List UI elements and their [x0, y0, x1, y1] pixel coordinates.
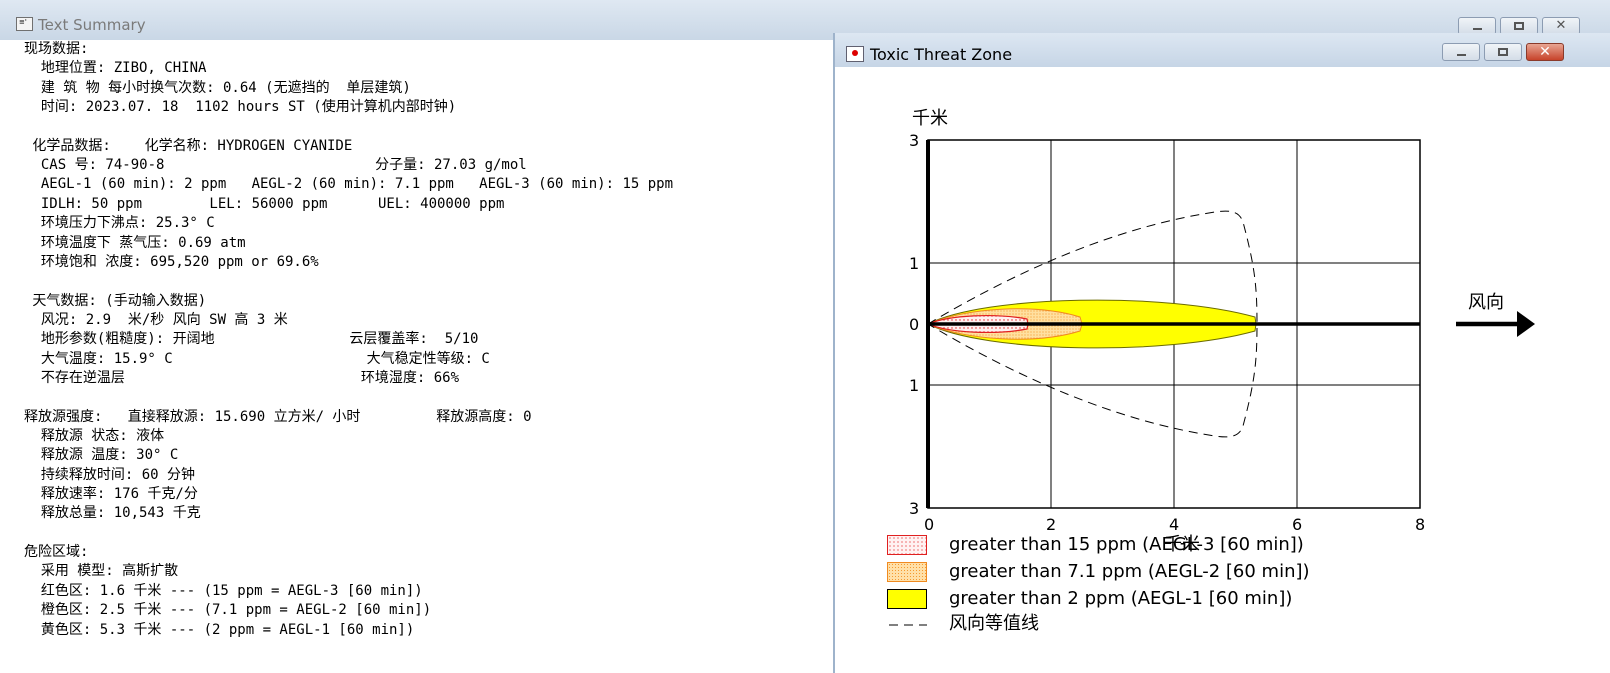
threat-zone-app-icon — [846, 46, 864, 62]
summary-line: 橙色区: 2.5 千米 --- (7.1 ppm = AEGL-2 [60 mi… — [24, 602, 432, 619]
legend-label: 风向等值线 — [949, 613, 1039, 634]
summary-line: 持续释放时间: 60 分钟 — [24, 466, 196, 483]
x-tick-label: 0 — [924, 515, 934, 534]
threat-close-button[interactable]: ✕ — [1526, 43, 1564, 61]
y-tick-label: 1 — [909, 254, 919, 273]
summary-line: 大气温度: 15.9° C 大气稳定性等级: C — [24, 350, 490, 367]
summary-line: 采用 模型: 高斯扩散 — [24, 563, 179, 580]
x-tick-label: 2 — [1046, 515, 1056, 534]
y-tick-label: 3 — [909, 131, 919, 150]
y-tick-label: 1 — [909, 376, 919, 395]
summary-line: 天气数据: (手动输入数据) — [24, 292, 207, 309]
summary-line: 黄色区: 5.3 千米 --- (2 ppm = AEGL-1 [60 min]… — [24, 621, 415, 638]
summary-line: 环境温度下 蒸气压: 0.69 atm — [24, 234, 246, 251]
y-tick-label: 0 — [909, 315, 919, 334]
close-icon: ✕ — [1555, 18, 1567, 33]
legend-swatch-orange — [887, 562, 927, 582]
legend-swatch-yellow — [887, 589, 927, 609]
summary-line: 释放速率: 176 千克/分 — [24, 486, 198, 503]
legend-swatch-dashed — [889, 624, 927, 626]
summary-line: 时间: 2023.07. 18 1102 hours ST (使用计算机内部时钟… — [24, 99, 457, 116]
legend-label: greater than 2 ppm (AEGL-1 [60 min]) — [949, 588, 1293, 609]
legend-swatch-red — [887, 535, 927, 555]
maximize-icon — [1501, 18, 1537, 34]
y-tick-label: 3 — [909, 499, 919, 518]
threat-maximize-button[interactable] — [1484, 43, 1522, 61]
summary-line: 风况: 2.9 米/秒 风向 SW 高 3 米 — [24, 311, 288, 328]
summary-line: 建 筑 物 每小时换气次数: 0.64 (无遮挡的 单层建筑) — [24, 79, 411, 96]
summary-line: 化学品数据: 化学名称: HYDROGEN CYANIDE — [24, 137, 353, 154]
x-tick-label: 8 — [1415, 515, 1425, 534]
threat-zone-titlebar[interactable]: Toxic Threat Zone ✕ — [835, 33, 1610, 67]
maximize-icon — [1485, 44, 1521, 60]
summary-line: 不存在逆温层 环境湿度: 66% — [24, 369, 460, 386]
minimize-icon — [1443, 44, 1479, 60]
toxic-threat-zone-window: Toxic Threat Zone ✕ 千米 3 1 0 1 3 0 2 4 6… — [833, 33, 1610, 673]
summary-line: 环境饱和 浓度: 695,520 ppm or 69.6% — [24, 253, 319, 270]
summary-line: 地理位置: ZIBO, CHINA — [24, 60, 207, 77]
summary-line: 地形参数(粗糙度): 开阔地 云层覆盖率: 5/10 — [24, 331, 479, 348]
summary-line: 释放源 温度: 30° C — [24, 447, 179, 464]
threat-zone-plot: 千米 3 1 0 1 3 0 2 4 6 8 千米 风向 — [909, 108, 1535, 555]
close-icon: ✕ — [1539, 44, 1551, 60]
summary-line: 释放源 状态: 液体 — [24, 428, 165, 444]
legend-label: greater than 15 ppm (AEGL-3 [60 min]) — [949, 534, 1304, 555]
x-tick-label: 6 — [1292, 515, 1302, 534]
summary-line: 释放源强度: 直接释放源: 15.690 立方米/ 小时 释放源高度: 0 — [24, 408, 532, 425]
summary-text-area: 现场数据: 地理位置: ZIBO, CHINA 建 筑 物 每小时换气次数: 0… — [0, 40, 830, 673]
window-title: Text Summary — [38, 16, 146, 34]
summary-line: 红色区: 1.6 千米 --- (15 ppm = AEGL-3 [60 min… — [24, 582, 423, 599]
summary-line: AEGL-1 (60 min): 2 ppm AEGL-2 (60 min): … — [24, 176, 674, 193]
wind-direction-label: 风向 — [1468, 292, 1504, 313]
threat-minimize-button[interactable] — [1442, 43, 1480, 61]
summary-line: 危险区域: — [24, 544, 89, 561]
legend-label: greater than 7.1 ppm (AEGL-2 [60 min]) — [949, 561, 1310, 582]
summary-line: IDLH: 50 ppm LEL: 56000 ppm UEL: 400000 … — [24, 195, 505, 212]
summary-line: 环境压力下沸点: 25.3° C — [24, 215, 215, 232]
wind-arrow-icon — [1456, 311, 1535, 337]
summary-line: CAS 号: 74-90-8 分子量: 27.03 g/mol — [24, 157, 527, 174]
app-icon: ≡' — [16, 17, 33, 31]
summary-line: 现场数据: — [24, 41, 89, 57]
summary-line: 释放总量: 10,543 千克 — [24, 505, 201, 522]
minimize-icon — [1459, 18, 1495, 34]
x-tick-label: 4 — [1169, 515, 1179, 534]
y-axis-unit: 千米 — [912, 108, 948, 129]
threat-zone-title: Toxic Threat Zone — [870, 45, 1013, 64]
